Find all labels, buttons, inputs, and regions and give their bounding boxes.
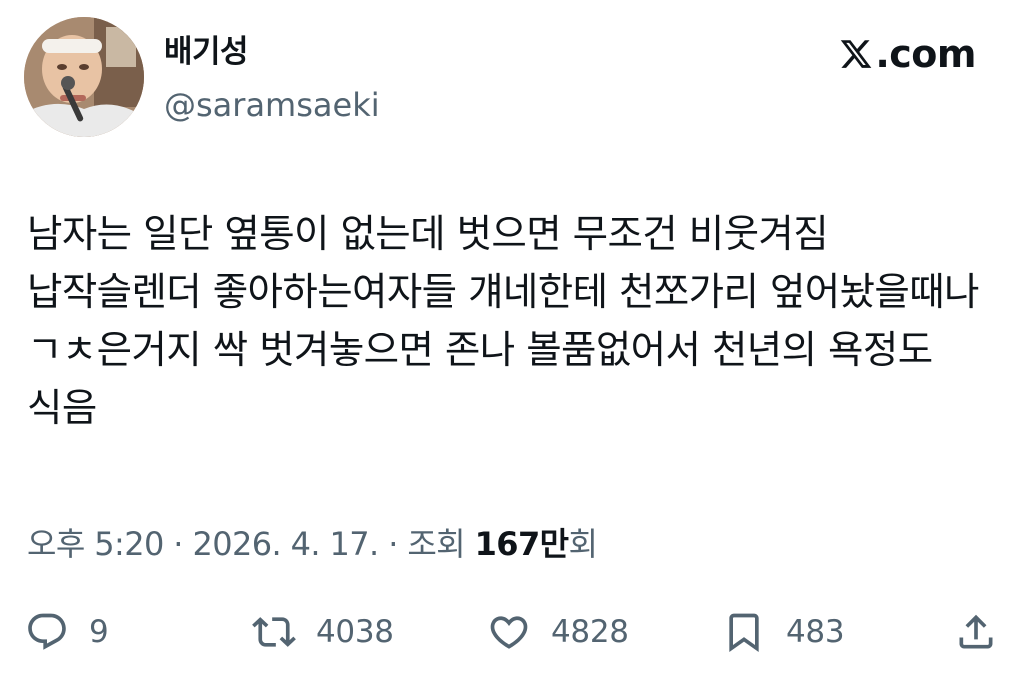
- like-count: 4828: [551, 614, 629, 650]
- bookmark-count: 483: [786, 614, 845, 650]
- reply-count: 9: [89, 614, 109, 650]
- tweet-text: 남자는 일단 옆통이 없는데 벗으면 무조건 비웃겨짐 납작슬렌더 좋아하는여자…: [27, 212, 991, 431]
- reply-button[interactable]: 9: [25, 604, 109, 660]
- meta-separator: ·: [378, 525, 408, 563]
- meta-separator: ·: [163, 525, 193, 563]
- tweet-time[interactable]: 오후 5:20: [27, 525, 164, 563]
- heart-icon: [490, 616, 528, 649]
- views-suffix: 회: [568, 525, 598, 563]
- tweet-date[interactable]: 2026. 4. 17.: [192, 525, 379, 563]
- share-icon: [959, 614, 993, 649]
- bookmark-button[interactable]: 483: [722, 604, 845, 660]
- repost-count: 4038: [316, 614, 394, 650]
- x-logo-icon: [841, 40, 872, 68]
- brand-domain: .com: [875, 32, 976, 76]
- tweet-meta: 오후 5:20 · 2026. 4. 17. · 조회 167만회: [27, 522, 598, 566]
- brand-logo: .com: [839, 34, 976, 74]
- action-bar: 9 4038 4828 483: [0, 604, 1024, 660]
- avatar[interactable]: [24, 17, 144, 137]
- repost-icon: [252, 617, 296, 647]
- share-button[interactable]: [954, 604, 998, 660]
- avatar-photo: [24, 17, 144, 137]
- views-count: 167만: [474, 525, 569, 563]
- views-label: 조회: [407, 525, 475, 563]
- bookmark-icon: [729, 613, 759, 653]
- reply-icon: [28, 613, 66, 650]
- like-button[interactable]: 4828: [487, 604, 629, 660]
- repost-button[interactable]: 4038: [252, 604, 394, 660]
- author-handle[interactable]: @saramsaeki: [164, 85, 380, 125]
- author-display-name[interactable]: 배기성: [164, 32, 249, 72]
